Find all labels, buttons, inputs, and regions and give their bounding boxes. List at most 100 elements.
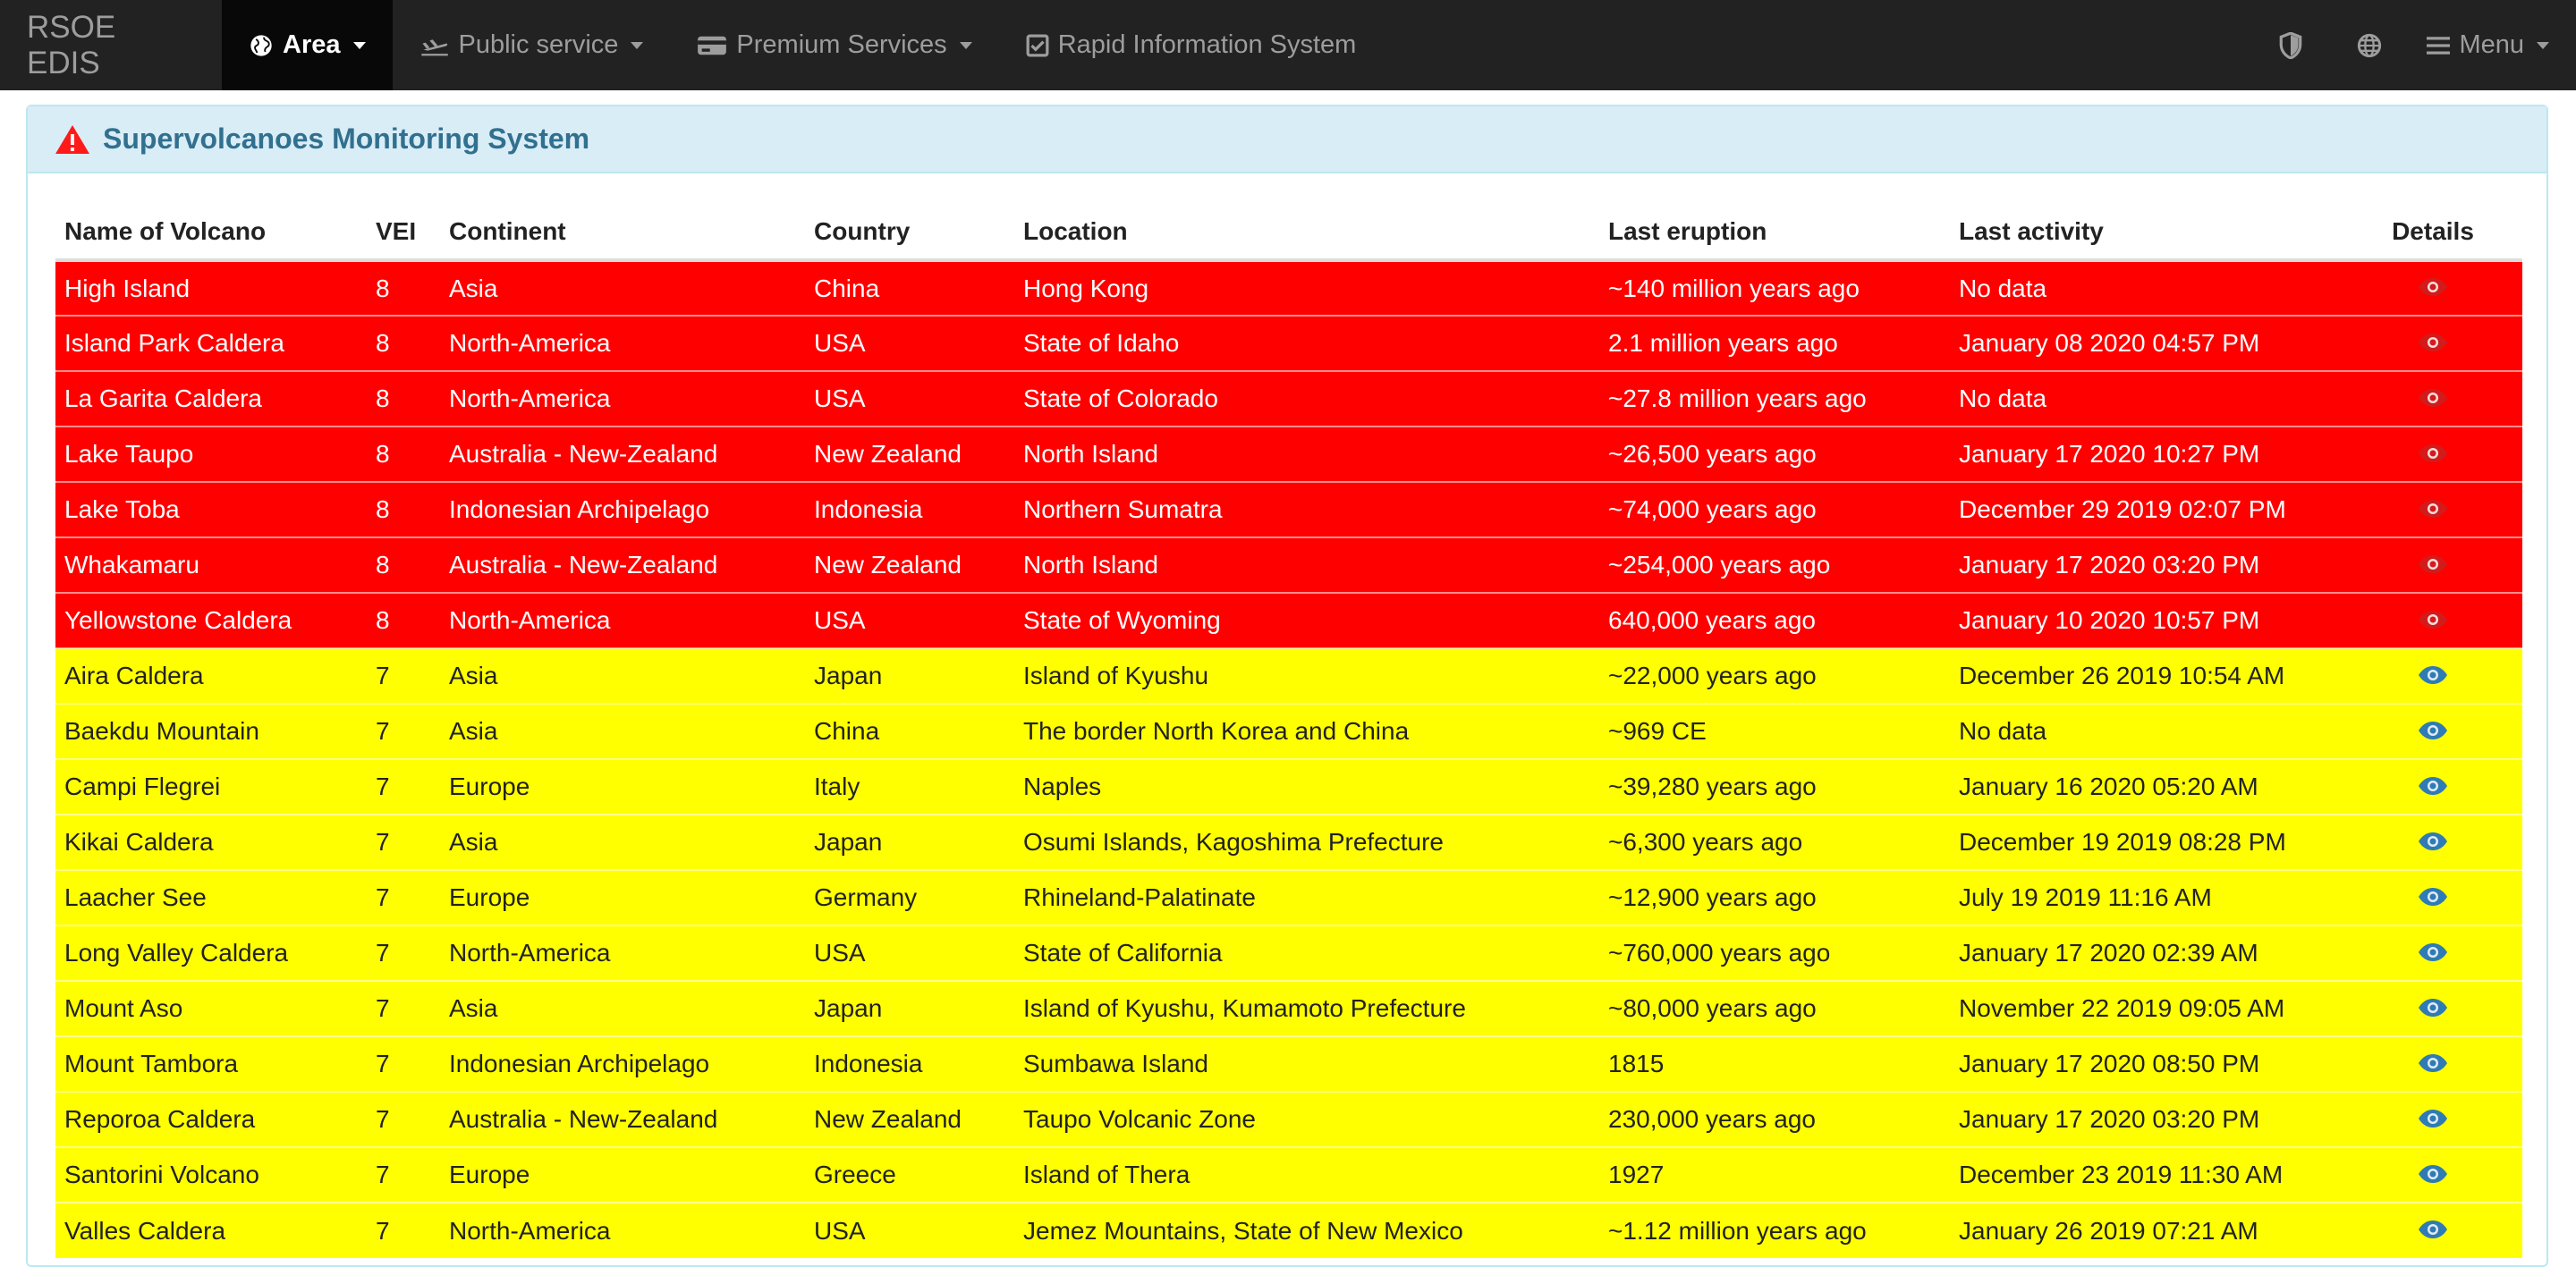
last-activity-cell: January 08 2020 04:57 PM bbox=[1950, 315, 2343, 371]
last-activity-cell: No data bbox=[1950, 259, 2343, 316]
table-row: Campi Flegrei 7 Europe Italy Naples ~39,280 y… bbox=[55, 758, 2522, 815]
language-button[interactable] bbox=[2330, 0, 2409, 90]
last-eruption-cell: 230,000 years ago bbox=[1599, 1091, 1950, 1147]
location-cell: North Island bbox=[1014, 536, 1599, 593]
details-cell bbox=[2343, 647, 2522, 704]
vei-cell: 7 bbox=[367, 1146, 440, 1203]
last-activity-cell: December 26 2019 10:54 AM bbox=[1950, 647, 2343, 704]
eye-icon[interactable] bbox=[2418, 829, 2448, 857]
last-activity-cell: January 17 2020 03:20 PM bbox=[1950, 536, 2343, 593]
table-row: Island Park Caldera 8 North-America USA Stat… bbox=[55, 315, 2522, 371]
header-country[interactable]: Country bbox=[805, 205, 1014, 262]
last-activity-cell: January 17 2020 08:50 PM bbox=[1950, 1035, 2343, 1092]
country-cell: USA bbox=[805, 925, 1014, 981]
header-name-of-volcano[interactable]: Name of Volcano bbox=[55, 205, 367, 262]
panel-title: Supervolcanoes Monitoring System bbox=[103, 122, 590, 155]
plane-icon bbox=[420, 38, 448, 55]
details-cell bbox=[2343, 925, 2522, 981]
last-eruption-cell: ~1.12 million years ago bbox=[1599, 1202, 1950, 1258]
vei-cell: 7 bbox=[367, 925, 440, 981]
location-cell: State of Idaho bbox=[1014, 315, 1599, 371]
vei-cell: 7 bbox=[367, 1035, 440, 1092]
header-continent[interactable]: Continent bbox=[440, 205, 805, 262]
last-activity-cell: November 22 2019 09:05 AM bbox=[1950, 980, 2343, 1036]
details-cell bbox=[2343, 703, 2522, 759]
brand-logo[interactable]: RSOE EDIS bbox=[0, 0, 222, 90]
continent-cell: North-America bbox=[440, 925, 805, 981]
table-row: Baekdu Mountain 7 Asia China The border Nort… bbox=[55, 703, 2522, 759]
last-activity-cell: December 29 2019 02:07 PM bbox=[1950, 481, 2343, 537]
volcano-name-cell: Kikai Caldera bbox=[55, 814, 367, 870]
eye-icon[interactable] bbox=[2418, 884, 2448, 913]
last-activity-cell: January 26 2019 07:21 AM bbox=[1950, 1202, 2343, 1258]
eye-icon[interactable] bbox=[2418, 275, 2448, 303]
eye-icon[interactable] bbox=[2418, 773, 2448, 802]
vei-cell: 8 bbox=[367, 315, 440, 371]
header-last-eruption[interactable]: Last eruption bbox=[1599, 205, 1950, 262]
nav-premium-services-dropdown[interactable]: Premium Services bbox=[670, 0, 998, 90]
country-cell: China bbox=[805, 259, 1014, 316]
nav-public-service-dropdown[interactable]: Public service bbox=[393, 0, 671, 90]
continent-cell: North-America bbox=[440, 315, 805, 371]
menu-dropdown[interactable]: Menu bbox=[2409, 0, 2576, 90]
vei-cell: 7 bbox=[367, 647, 440, 704]
eye-icon[interactable] bbox=[2418, 385, 2448, 414]
eye-icon[interactable] bbox=[2418, 607, 2448, 636]
location-cell: Jemez Mountains, State of New Mexico bbox=[1014, 1202, 1599, 1258]
header-location[interactable]: Location bbox=[1014, 205, 1599, 262]
nav-rapid-information-system[interactable]: Rapid Information System bbox=[999, 0, 1384, 90]
eye-icon[interactable] bbox=[2418, 1161, 2448, 1190]
volcano-name-cell: Reporoa Caldera bbox=[55, 1091, 367, 1147]
details-cell bbox=[2343, 315, 2522, 371]
chevron-down-icon bbox=[631, 41, 644, 49]
last-eruption-cell: ~39,280 years ago bbox=[1599, 758, 1950, 815]
table-header-row: Name of Volcano VEI Continent Country Lo… bbox=[55, 205, 2522, 262]
country-cell: Italy bbox=[805, 758, 1014, 815]
volcano-name-cell: Mount Aso bbox=[55, 980, 367, 1036]
volcano-name-cell: Aira Caldera bbox=[55, 647, 367, 704]
country-cell: New Zealand bbox=[805, 536, 1014, 593]
shield-button[interactable] bbox=[2251, 0, 2330, 90]
last-eruption-cell: 640,000 years ago bbox=[1599, 592, 1950, 648]
continent-cell: North-America bbox=[440, 370, 805, 427]
table-row: Lake Taupo 8 Australia - New-Zealand New Ze… bbox=[55, 426, 2522, 482]
location-cell: State of California bbox=[1014, 925, 1599, 981]
panel-heading: Supervolcanoes Monitoring System bbox=[28, 106, 2546, 173]
table-row: La Garita Caldera 8 North-America USA State … bbox=[55, 370, 2522, 427]
eye-icon[interactable] bbox=[2418, 1106, 2448, 1135]
eye-icon[interactable] bbox=[2418, 330, 2448, 359]
last-activity-cell: December 23 2019 11:30 AM bbox=[1950, 1146, 2343, 1203]
eye-icon[interactable] bbox=[2418, 1051, 2448, 1079]
header-vei[interactable]: VEI bbox=[367, 205, 440, 262]
country-cell: USA bbox=[805, 315, 1014, 371]
eye-icon[interactable] bbox=[2418, 718, 2448, 747]
eye-icon[interactable] bbox=[2418, 1217, 2448, 1246]
eye-icon[interactable] bbox=[2418, 663, 2448, 691]
location-cell: Taupo Volcanic Zone bbox=[1014, 1091, 1599, 1147]
chevron-down-icon bbox=[959, 41, 972, 49]
volcano-table-container: Name of Volcano VEI Continent Country Lo… bbox=[55, 205, 2522, 1258]
eye-icon[interactable] bbox=[2418, 995, 2448, 1024]
country-cell: New Zealand bbox=[805, 1091, 1014, 1147]
table-row: Yellowstone Caldera 8 North-America USA Stat… bbox=[55, 592, 2522, 648]
eye-icon[interactable] bbox=[2418, 441, 2448, 469]
eye-icon[interactable] bbox=[2418, 940, 2448, 968]
eye-icon[interactable] bbox=[2418, 496, 2448, 525]
last-eruption-cell: 2.1 million years ago bbox=[1599, 315, 1950, 371]
nav-area-dropdown[interactable]: Area bbox=[222, 0, 393, 90]
table-row: High Island 8 Asia China Hong Kong ~140 milli… bbox=[55, 259, 2522, 316]
header-last-activity[interactable]: Last activity bbox=[1950, 205, 2343, 262]
details-cell bbox=[2343, 1035, 2522, 1092]
eye-icon[interactable] bbox=[2418, 552, 2448, 580]
continent-cell: Indonesian Archipelago bbox=[440, 481, 805, 537]
details-cell bbox=[2343, 536, 2522, 593]
volcano-table: Name of Volcano VEI Continent Country Lo… bbox=[55, 205, 2522, 1258]
details-cell bbox=[2343, 1091, 2522, 1147]
continent-cell: Europe bbox=[440, 1146, 805, 1203]
table-row: Lake Toba 8 Indonesian Archipelago Indonesi… bbox=[55, 481, 2522, 537]
table-row: Reporoa Caldera 7 Australia - New-Zealand N… bbox=[55, 1091, 2522, 1147]
chevron-down-icon bbox=[352, 41, 366, 49]
globe-icon bbox=[250, 34, 272, 56]
details-cell bbox=[2343, 980, 2522, 1036]
location-cell: North Island bbox=[1014, 426, 1599, 482]
